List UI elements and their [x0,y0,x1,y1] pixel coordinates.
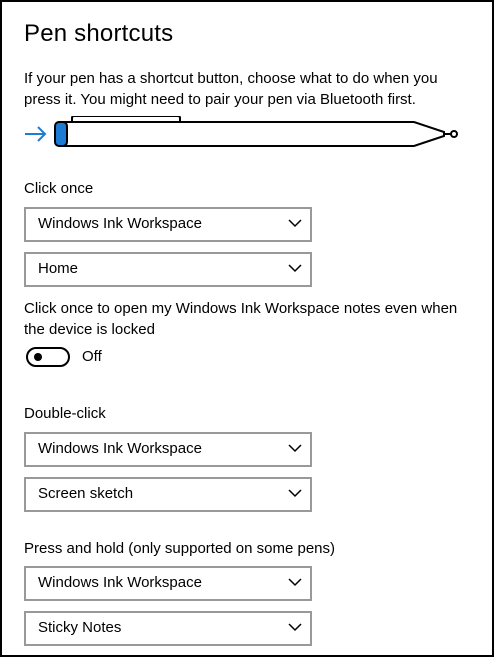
arrow-right-icon [25,126,47,142]
chevron-down-icon [288,489,302,498]
press-hold-app-dropdown[interactable]: Windows Ink Workspace [24,566,312,601]
press-hold-action-dropdown[interactable]: Sticky Notes [24,611,312,646]
click-once-action-dropdown[interactable]: Home [24,252,312,287]
dropdown-value: Home [38,260,79,277]
chevron-down-icon [288,623,302,632]
pen-icon [25,115,458,147]
chevron-down-icon [288,444,302,453]
locked-notes-label: Click once to open my Windows Ink Worksp… [24,300,458,338]
toggle-knob [34,353,42,361]
dropdown-value: Screen sketch [38,485,134,502]
dropdown-value: Windows Ink Workspace [38,440,202,457]
pen-illustration [24,115,464,152]
click-once-label: Click once [24,180,94,197]
press-hold-label: Press and hold (only supported on some p… [24,540,336,557]
click-once-app-dropdown[interactable]: Windows Ink Workspace [24,207,312,242]
double-click-action-dropdown[interactable]: Screen sketch [24,477,312,512]
page-title: Pen shortcuts [24,20,174,47]
dropdown-value: Windows Ink Workspace [38,574,202,591]
locked-notes-toggle[interactable] [26,347,70,367]
chevron-down-icon [288,264,302,273]
dropdown-value: Windows Ink Workspace [38,215,202,232]
double-click-app-dropdown[interactable]: Windows Ink Workspace [24,432,312,467]
double-click-label: Double-click [24,405,106,422]
chevron-down-icon [288,578,302,587]
settings-panel: Pen shortcuts If your pen has a shortcut… [0,0,494,657]
toggle-state-label: Off [82,348,102,365]
dropdown-value: Sticky Notes [38,619,122,636]
page-description: If your pen has a shortcut button, choos… [24,70,438,108]
chevron-down-icon [288,219,302,228]
